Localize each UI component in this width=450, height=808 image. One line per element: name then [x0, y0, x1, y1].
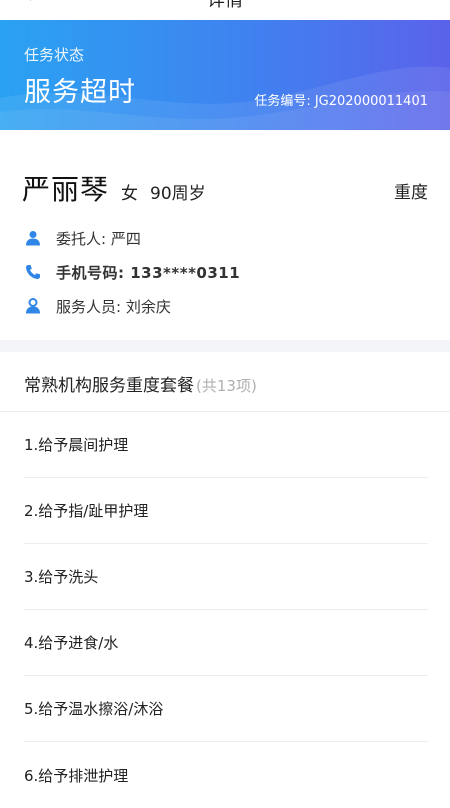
top-navigation-bar: ‹ 详情 — [0, 0, 450, 20]
service-list: 1.给予晨间护理 2.给予指/趾甲护理 3.给予洗头 4.给予进食/水 5.给予… — [0, 412, 450, 808]
status-value: 服务超时 — [24, 77, 136, 108]
client-name: 严丽琴 — [22, 173, 110, 206]
entrusting-person-line: 委托人: 严四 — [24, 227, 141, 249]
package-name-text: 常熟机构服务重度套餐 — [24, 376, 194, 396]
package-item-count: (共13项) — [196, 377, 257, 395]
care-level: 重度 — [394, 183, 428, 203]
phone-number[interactable]: 手机号码: 133****0311 — [56, 262, 240, 283]
phone-icon — [24, 263, 42, 281]
section-divider — [0, 340, 450, 352]
task-status-banner: 任务状态 服务超时 任务编号: JG202000011401 — [0, 20, 450, 130]
task-number: 任务编号: JG202000011401 — [254, 94, 428, 109]
package-header: 常熟机构服务重度套餐 (共13项) — [0, 352, 450, 412]
package-name: 常熟机构服务重度套餐 (共13项) — [24, 371, 257, 396]
client-info-card: 严丽琴 女 90周岁 重度 委托人: 严四 手机号码: 133****0311 — [0, 130, 450, 340]
entrusting-person: 委托人: 严四 — [56, 229, 141, 248]
phone-line: 手机号码: 133****0311 — [24, 261, 240, 283]
service-item[interactable]: 6.给予排泄护理 — [24, 742, 428, 808]
page-title: 详情 — [207, 0, 243, 11]
staff-icon — [24, 297, 42, 315]
service-item[interactable]: 3.给予洗头 — [24, 544, 428, 610]
client-age: 90周岁 — [150, 184, 206, 204]
service-staff: 服务人员: 刘余庆 — [56, 297, 171, 316]
client-name-row: 严丽琴 女 90周岁 — [22, 168, 206, 208]
service-staff-line: 服务人员: 刘余庆 — [24, 295, 171, 317]
client-gender: 女 — [121, 184, 139, 204]
service-item[interactable]: 5.给予温水擦浴/沐浴 — [24, 676, 428, 742]
service-item[interactable]: 4.给予进食/水 — [24, 610, 428, 676]
person-icon — [24, 229, 42, 247]
service-item[interactable]: 2.给予指/趾甲护理 — [24, 478, 428, 544]
service-item[interactable]: 1.给予晨间护理 — [24, 412, 428, 478]
status-label: 任务状态 — [24, 46, 85, 64]
